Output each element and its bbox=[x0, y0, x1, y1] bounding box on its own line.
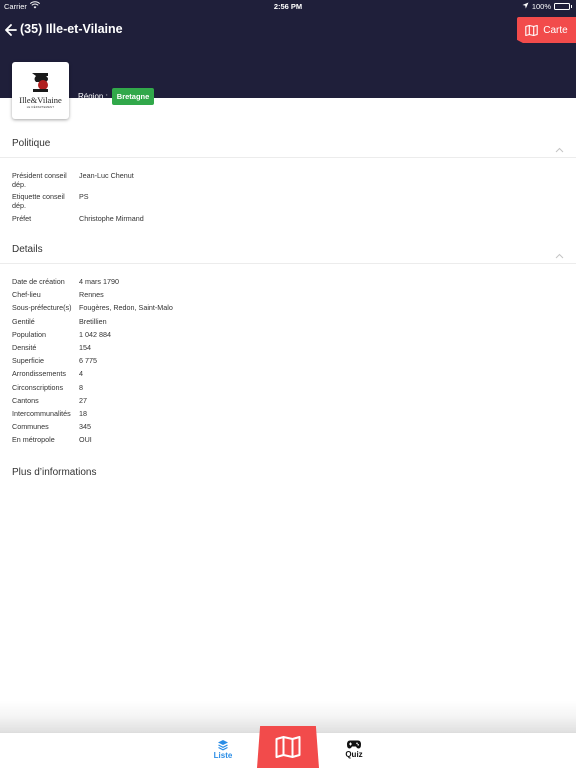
politique-title: Politique bbox=[12, 138, 51, 149]
region-info: Région : Bretagne bbox=[78, 88, 155, 105]
chevron-up-icon[interactable] bbox=[555, 246, 564, 264]
table-row: Cantons 27 bbox=[12, 395, 552, 410]
row-label: Préfet bbox=[12, 214, 32, 223]
tab-liste-label: Liste bbox=[213, 751, 233, 760]
table-row: Gentilé Bretillien bbox=[12, 316, 552, 331]
table-row: Sous-préfecture(s) Fougères, Redon, Saint… bbox=[12, 304, 552, 317]
table-row: Population 1 042 884 bbox=[12, 329, 552, 344]
row-value: Jean-Luc Chenut bbox=[79, 171, 134, 180]
row-value: 6 775 bbox=[79, 356, 97, 366]
row-label: Population bbox=[12, 329, 46, 339]
table-row: Etiquette conseil dép. PS bbox=[12, 192, 552, 215]
politique-rows: Président conseil dép. Jean-Luc Chenut E… bbox=[12, 171, 552, 227]
row-value: 154 bbox=[79, 342, 91, 352]
table-row: Circonscriptions 8 bbox=[12, 382, 552, 397]
table-row: Préfet Christophe Mirmand bbox=[12, 214, 552, 227]
table-row: Arrondissements 4 bbox=[12, 370, 552, 383]
tab-quiz[interactable]: Quiz bbox=[340, 739, 368, 759]
layers-icon bbox=[218, 740, 228, 751]
row-value: 27 bbox=[79, 395, 87, 405]
logo-text: Ille&Vilaine bbox=[19, 95, 62, 106]
status-bar: Carrier 2:56 PM 100% bbox=[0, 0, 576, 12]
region-badge[interactable]: Bretagne bbox=[111, 88, 155, 105]
row-label: Superficie bbox=[12, 356, 44, 366]
row-value: 1 042 884 bbox=[79, 329, 111, 339]
location-arrow-icon bbox=[522, 2, 529, 11]
row-value: 4 mars 1790 bbox=[79, 277, 119, 286]
row-label: Etiquette conseil dép. bbox=[12, 192, 65, 210]
row-value: 4 bbox=[79, 369, 83, 379]
row-value: OUI bbox=[79, 435, 92, 445]
row-label: En métropole bbox=[12, 435, 55, 445]
row-value: PS bbox=[79, 192, 89, 201]
carte-button[interactable]: Carte bbox=[517, 17, 576, 43]
row-value: Fougères, Redon, Saint-Malo bbox=[79, 303, 173, 313]
details-rows: Date de création 4 mars 1790 Chef-lieu Re… bbox=[12, 277, 552, 449]
more-info-heading[interactable]: Plus d’informations bbox=[12, 467, 96, 478]
department-logo: Ille&Vilaine LE DÉPARTEMENT bbox=[12, 62, 69, 119]
tab-liste[interactable]: Liste bbox=[209, 739, 237, 760]
row-label: Chef-lieu bbox=[12, 290, 41, 300]
department-emblem-icon bbox=[30, 72, 52, 94]
table-row: Communes 345 bbox=[12, 423, 552, 436]
battery-percent: 100% bbox=[531, 1, 551, 11]
row-label: Densité bbox=[12, 342, 37, 352]
row-label: Sous-préfecture(s) bbox=[12, 303, 72, 313]
row-label: Gentilé bbox=[12, 316, 35, 326]
chevron-up-icon[interactable] bbox=[555, 140, 564, 158]
row-value: 8 bbox=[79, 382, 83, 392]
map-icon bbox=[525, 24, 539, 36]
row-value: 345 bbox=[79, 422, 91, 432]
row-label: Intercommunalités bbox=[12, 408, 71, 418]
tab-carte[interactable] bbox=[257, 726, 319, 768]
row-label: Arrondissements bbox=[12, 369, 66, 379]
table-row: Intercommunalités 18 bbox=[12, 408, 552, 423]
row-value: Rennes bbox=[79, 290, 104, 300]
page-title: (35) Ille-et-Vilaine bbox=[20, 22, 123, 36]
carte-label: Carte bbox=[543, 24, 568, 36]
row-label: Date de création bbox=[12, 277, 65, 286]
row-label: Communes bbox=[12, 422, 49, 432]
row-value: Bretillien bbox=[79, 316, 107, 326]
politique-section-header[interactable]: Politique bbox=[0, 134, 576, 158]
table-row: Superficie 6 775 bbox=[12, 357, 552, 370]
details-section-header[interactable]: Details bbox=[0, 240, 576, 264]
table-row: En métropole OUI bbox=[12, 436, 552, 449]
row-label: Cantons bbox=[12, 395, 39, 405]
arrow-left-icon bbox=[5, 24, 17, 36]
back-button[interactable] bbox=[5, 22, 19, 38]
table-row: Président conseil dép. Jean-Luc Chenut bbox=[12, 171, 552, 193]
row-label: Président conseil dép. bbox=[12, 171, 67, 189]
tab-quiz-label: Quiz bbox=[345, 750, 363, 759]
battery-icon bbox=[554, 2, 572, 10]
row-value: Christophe Mirmand bbox=[79, 214, 144, 223]
region-label: Région : bbox=[78, 92, 108, 101]
map-icon bbox=[275, 736, 301, 758]
clock: 2:56 PM bbox=[273, 1, 303, 11]
row-value: 18 bbox=[79, 408, 87, 418]
header: (35) Ille-et-Vilaine Carte Région : Bret… bbox=[0, 12, 576, 105]
row-label: Circonscriptions bbox=[12, 382, 64, 392]
gamepad-icon bbox=[347, 740, 361, 749]
details-title: Details bbox=[12, 244, 43, 255]
logo-subtext: LE DÉPARTEMENT bbox=[26, 105, 55, 109]
